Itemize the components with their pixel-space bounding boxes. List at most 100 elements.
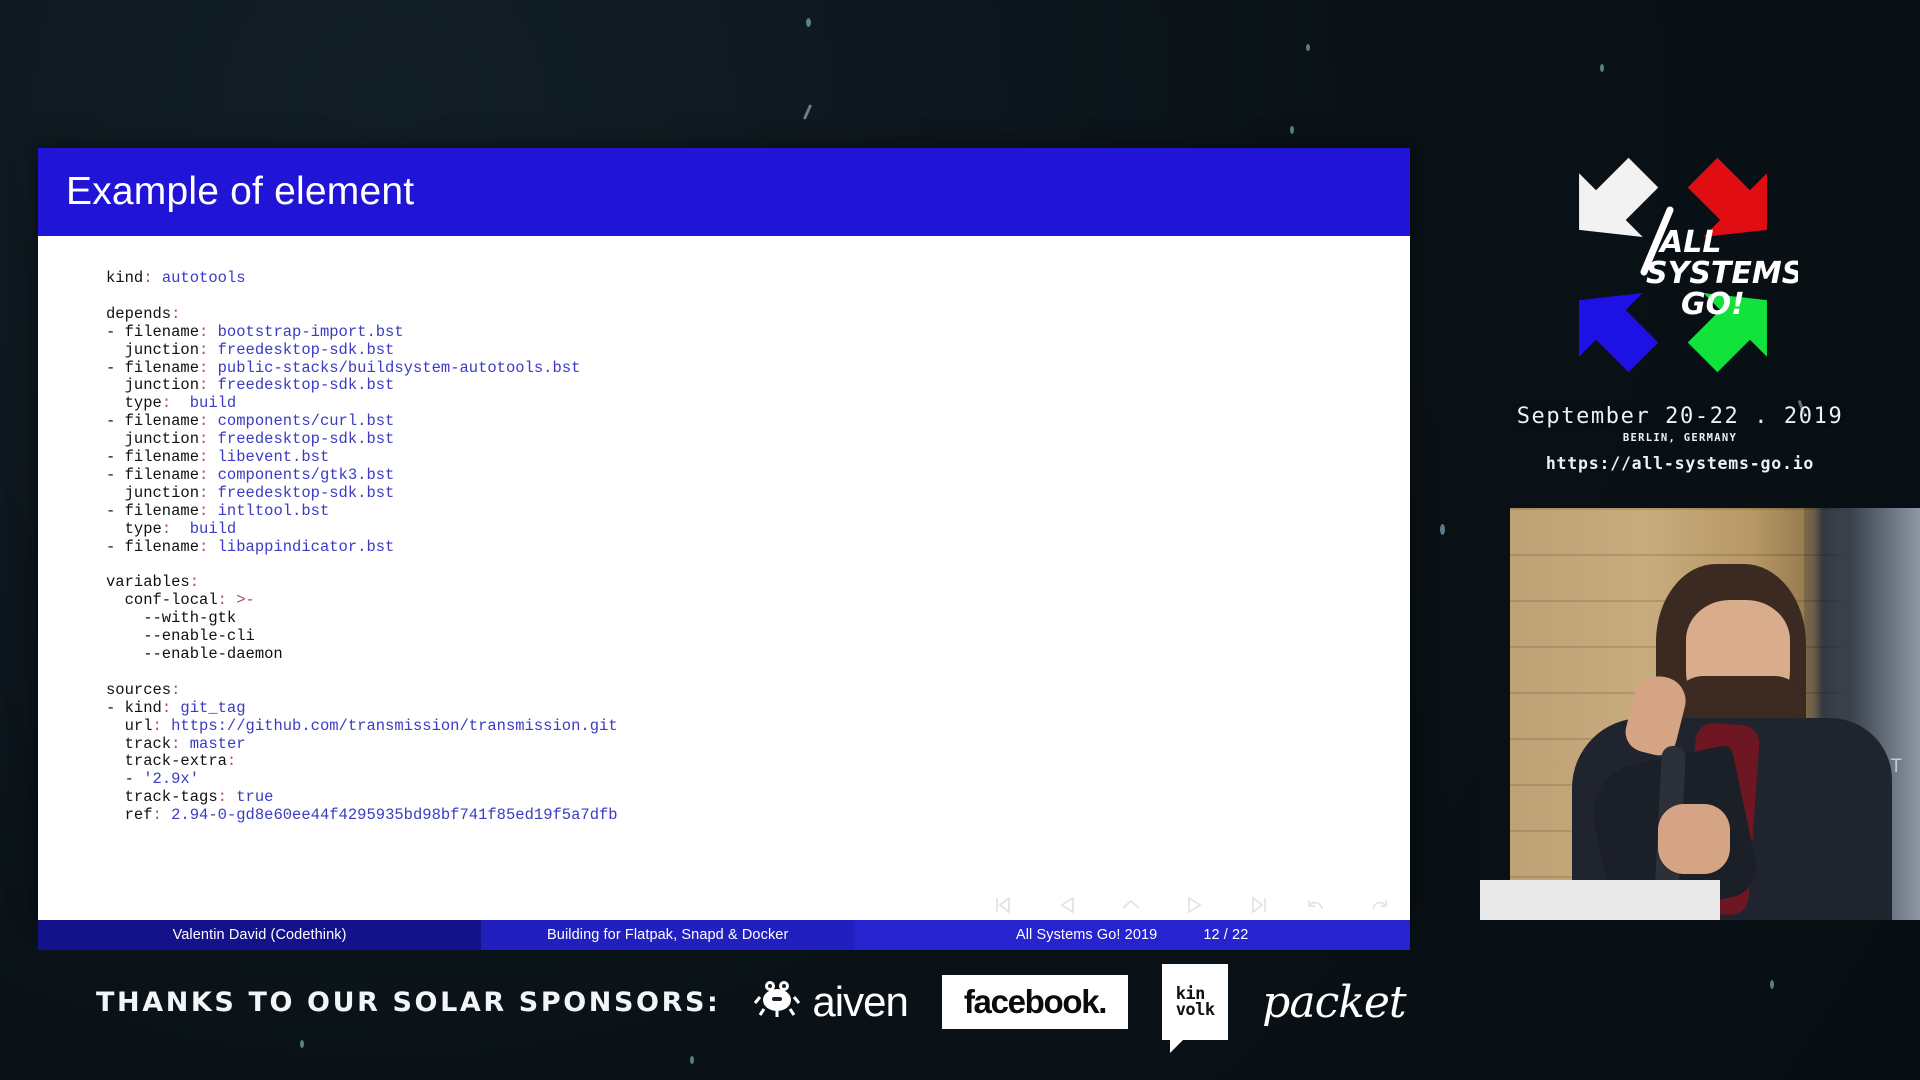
code-token: freedesktop-sdk.bst [208, 483, 395, 502]
code-token: https://github.com/transmission/transmis… [171, 716, 618, 735]
code-token: --with-gtk [106, 609, 237, 628]
slide-header: Example of element [38, 148, 1410, 236]
slide-navigation-controls[interactable] [994, 896, 1392, 914]
code-token: kind [106, 269, 144, 287]
sponsors-label: THANKS TO OUR SOLAR SPONSORS: [96, 986, 721, 1018]
footer-event-and-page: All Systems Go! 2019 12 / 22 [854, 920, 1410, 950]
code-token: : [226, 752, 237, 771]
code-line: type: build [106, 519, 1410, 539]
code-token: - filename [106, 358, 200, 377]
logo-text-all: ALL [1658, 225, 1721, 260]
up-slide-icon[interactable] [1118, 896, 1144, 914]
video-overlay-letter: T [1890, 756, 1902, 777]
conference-date: September 20-22 . 2019 [1516, 404, 1844, 429]
code-token: : [199, 465, 209, 484]
conference-info: September 20-22 . 2019 BERLIN, GERMANY h… [1470, 404, 1890, 473]
code-token: --enable-daemon [106, 645, 283, 663]
code-token: junction [106, 376, 200, 395]
code-line: sources: [106, 680, 1410, 700]
code-token: true [226, 788, 274, 807]
code-token: - filename [106, 322, 200, 341]
background-particle [690, 1056, 694, 1064]
code-token: build [171, 519, 237, 538]
kinvolk-label-bottom: volk [1175, 1000, 1215, 1020]
code-token: public-stacks/buildsystem-autotools.bst [208, 358, 581, 377]
background-particle [806, 18, 811, 27]
sponsor-facebook: facebook. [941, 975, 1129, 1029]
code-token: --enable-cli [106, 627, 255, 646]
code-line: --enable-daemon [106, 645, 1410, 664]
code-token: sources [106, 680, 172, 699]
speaker-hand-holding-mic [1658, 804, 1730, 874]
code-token: : [161, 394, 172, 413]
code-token: - filename [106, 465, 200, 484]
code-line: junction: freedesktop-sdk.bst [106, 483, 1410, 503]
code-line: conf-local: >- [106, 591, 1410, 610]
next-slide-icon[interactable] [1180, 896, 1206, 914]
lectern [1480, 880, 1720, 920]
code-line: - filename: libevent.bst [106, 448, 1410, 467]
background-particle [1290, 126, 1294, 134]
code-token: build [171, 394, 237, 413]
last-slide-icon[interactable] [1242, 896, 1268, 914]
code-token: '2.9x' [143, 770, 200, 789]
sponsor-packet: packet [1262, 976, 1406, 1028]
footer-event: All Systems Go! 2019 [1015, 927, 1158, 943]
code-line: ref: 2.94-0-gd8e60ee44f4295935bd98bf741f… [106, 806, 1410, 825]
code-token: master [180, 734, 246, 753]
code-token: components/gtk3.bst [208, 465, 395, 484]
speaker-video-feed[interactable]: T [1480, 508, 1920, 920]
background-particle [1600, 64, 1604, 72]
slide-body: kind: autotools depends: - filename: boots… [38, 236, 1410, 920]
back-icon[interactable] [1304, 896, 1330, 914]
code-line: - filename: components/curl.bst [106, 412, 1410, 431]
code-token: freedesktop-sdk.bst [208, 376, 395, 395]
code-token: : [152, 806, 162, 825]
code-token: variables [106, 573, 190, 592]
code-token: freedesktop-sdk.bst [208, 340, 395, 359]
code-token: : [161, 698, 172, 717]
code-token: conf-local [106, 591, 218, 610]
code-token: url [106, 716, 153, 735]
background-particle [1770, 980, 1774, 989]
code-token: depends [106, 304, 172, 323]
forward-icon[interactable] [1366, 896, 1392, 914]
code-line: junction: freedesktop-sdk.bst [106, 430, 1410, 449]
code-token: >- [226, 591, 255, 610]
code-line: junction: freedesktop-sdk.bst [106, 376, 1410, 395]
first-slide-icon[interactable] [994, 896, 1020, 914]
previous-slide-icon[interactable] [1056, 896, 1082, 914]
code-token: : [161, 519, 172, 538]
code-token: - filename [106, 412, 200, 431]
code-token: : [217, 591, 227, 610]
code-line: track-tags: true [106, 788, 1410, 807]
code-token: libevent.bst [208, 448, 330, 467]
code-token: : [199, 537, 209, 556]
code-token: git_tag [171, 698, 246, 717]
code-line: - filename: libappindicator.bst [106, 537, 1410, 557]
code-line: track: master [106, 734, 1410, 754]
presentation-slide[interactable]: Example of element kind: autotools depend… [38, 148, 1410, 950]
code-token: junction [106, 483, 200, 502]
code-token: : [189, 573, 200, 592]
background-particle [1306, 44, 1310, 51]
code-token: - filename [106, 448, 200, 467]
code-token: : [199, 448, 209, 467]
code-token: track-extra [106, 752, 227, 771]
sponsor-kinvolk: kin volk [1162, 964, 1229, 1053]
conference-city: BERLIN, GERMANY [1622, 432, 1738, 444]
background-particle [1440, 524, 1445, 535]
code-token: : [152, 716, 172, 735]
code-line: variables: [106, 573, 1410, 592]
code-token: : [199, 483, 209, 502]
code-line: - filename: intltool.bst [106, 502, 1410, 521]
code-token: 2.94-0-gd8e60ee44f4295935bd98bf741f85ed1… [161, 806, 618, 825]
code-token: : [199, 340, 209, 359]
code-token: : [199, 322, 209, 341]
code-line: depends: [106, 304, 1410, 324]
code-token: : [199, 358, 209, 377]
code-token: : [171, 680, 181, 699]
